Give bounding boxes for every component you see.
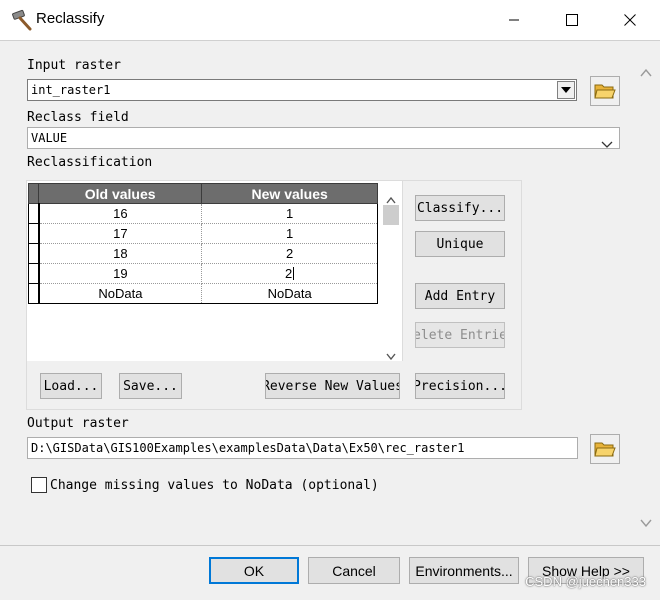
table-row[interactable]: NoData NoData	[28, 283, 378, 304]
delete-entries-button[interactable]: elete Entrie	[415, 322, 505, 348]
chevron-down-icon	[561, 87, 571, 93]
reclass-field-combobox[interactable]: VALUE	[27, 127, 620, 149]
table-scrollbar[interactable]	[381, 185, 401, 361]
scroll-down-icon[interactable]	[386, 345, 396, 364]
row-selector[interactable]	[28, 263, 40, 284]
scroll-down-icon[interactable]	[640, 512, 652, 531]
reclass-field-label: Reclass field	[27, 110, 129, 125]
reverse-new-values-button[interactable]: Reverse New Values	[265, 373, 400, 399]
dropdown-button[interactable]	[557, 81, 575, 99]
new-value-cell[interactable]: NoData	[201, 283, 378, 304]
cancel-button[interactable]: Cancel	[308, 557, 400, 584]
add-entry-button[interactable]: Add Entry	[415, 283, 505, 309]
table-row[interactable]: 17 1	[28, 223, 378, 244]
old-value-cell[interactable]: NoData	[37, 283, 203, 304]
title-bar: Reclassify	[0, 0, 660, 40]
table-row[interactable]: 18 2	[28, 243, 378, 264]
maximize-button[interactable]	[543, 0, 601, 40]
new-values-header[interactable]: New values	[201, 183, 378, 204]
change-missing-label: Change missing values to NoData (optiona…	[50, 478, 379, 493]
ok-button[interactable]: OK	[209, 557, 299, 584]
reclassification-label: Reclassification	[27, 155, 153, 170]
new-value-cell[interactable]: 1	[201, 203, 378, 224]
browse-output-button[interactable]	[590, 434, 620, 464]
output-raster-label: Output raster	[27, 416, 129, 431]
maximize-icon	[566, 14, 578, 26]
input-raster-combobox[interactable]: int_raster1	[27, 79, 577, 101]
new-value-cell[interactable]: 2	[201, 243, 378, 264]
input-raster-value: int_raster1	[31, 83, 111, 97]
old-value-cell[interactable]: 17	[37, 223, 203, 244]
scroll-thumb[interactable]	[383, 205, 399, 225]
row-header-corner	[28, 183, 39, 204]
hammer-icon	[10, 8, 34, 32]
watermark: CSDN @juechen333	[525, 574, 646, 589]
minimize-icon	[509, 19, 519, 21]
input-raster-label: Input raster	[27, 58, 121, 73]
folder-open-icon	[594, 442, 616, 457]
row-selector[interactable]	[28, 243, 40, 264]
precision-button[interactable]: Precision...	[415, 373, 505, 399]
new-value-cell[interactable]: 1	[201, 223, 378, 244]
dialog-scrollbar[interactable]	[634, 44, 658, 544]
close-icon	[624, 14, 636, 26]
environments-button[interactable]: Environments...	[409, 557, 519, 584]
minimize-button[interactable]	[485, 0, 543, 40]
reclass-table: Old values New values 16 1 17 1 18 2 19 …	[28, 183, 378, 304]
save-button[interactable]: Save...	[119, 373, 182, 399]
scroll-up-icon[interactable]	[640, 62, 652, 81]
folder-open-icon	[594, 84, 616, 99]
change-missing-checkbox[interactable]	[31, 477, 47, 493]
table-row[interactable]: 19 2	[28, 263, 378, 284]
output-raster-value: D:\GISData\GIS100Examples\examplesData\D…	[31, 441, 465, 455]
chevron-down-icon	[601, 134, 613, 153]
browse-input-button[interactable]	[590, 76, 620, 106]
row-selector[interactable]	[28, 223, 40, 244]
window-title: Reclassify	[36, 10, 105, 27]
old-values-header[interactable]: Old values	[37, 183, 203, 204]
reclass-field-value: VALUE	[31, 131, 68, 145]
close-button[interactable]	[601, 0, 659, 40]
classify-button[interactable]: Classify...	[415, 195, 505, 221]
old-value-cell[interactable]: 19	[37, 263, 203, 284]
new-value-cell[interactable]: 2	[201, 263, 378, 284]
old-value-cell[interactable]: 18	[37, 243, 203, 264]
table-row[interactable]: 16 1	[28, 203, 378, 224]
load-button[interactable]: Load...	[40, 373, 102, 399]
row-selector[interactable]	[28, 203, 40, 224]
old-value-cell[interactable]: 16	[37, 203, 203, 224]
unique-button[interactable]: Unique	[415, 231, 505, 257]
output-raster-input[interactable]: D:\GISData\GIS100Examples\examplesData\D…	[27, 437, 578, 459]
text-cursor	[293, 267, 295, 280]
row-selector[interactable]	[28, 283, 40, 304]
new-value-text: 2	[285, 266, 293, 281]
